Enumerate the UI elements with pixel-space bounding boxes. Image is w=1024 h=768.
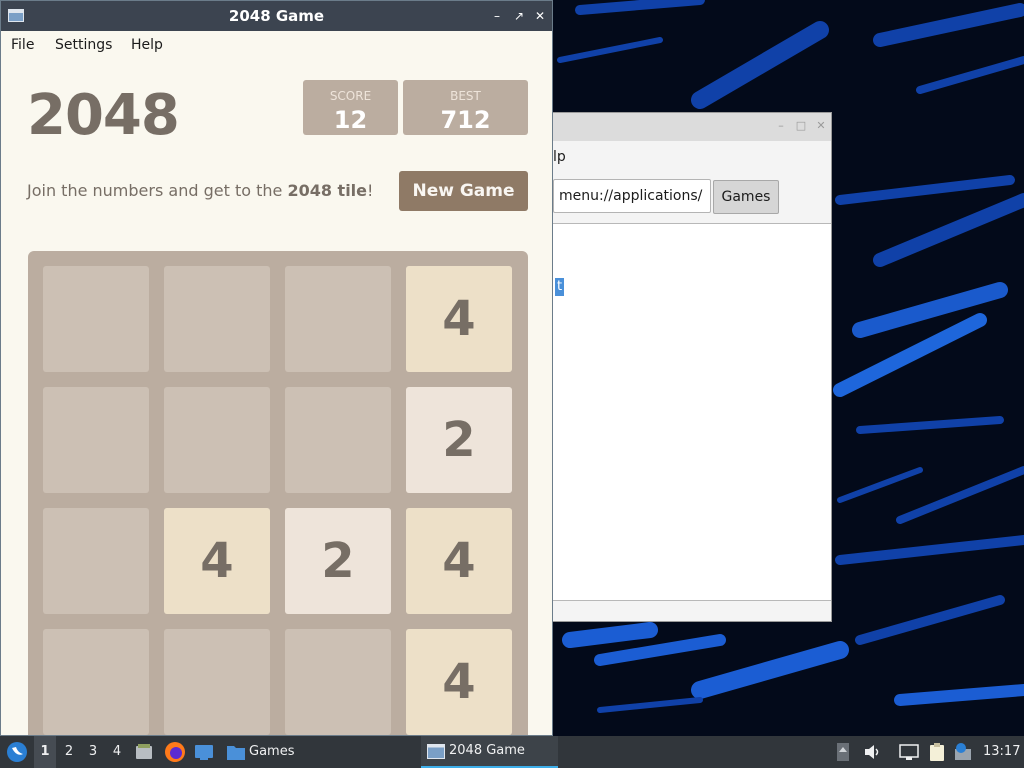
window-title: 2048 Game [228, 7, 325, 25]
window-icon [427, 744, 445, 759]
score-label: SCORE [329, 89, 372, 103]
score-box: SCORE 12 [303, 80, 398, 135]
task-2048-label: 2048 Game [449, 743, 525, 758]
game-titlebar[interactable]: 2048 Game – ↗ ✕ [1, 1, 552, 31]
workspace-1[interactable]: 1 [34, 736, 56, 768]
board-cell [43, 508, 149, 614]
board-cell [164, 266, 270, 372]
game-window[interactable]: 2048 Game – ↗ ✕ File Settings Help 2048 … [0, 0, 553, 736]
tile-4: 4 [406, 266, 512, 372]
intro-prefix: Join the numbers and get to the [27, 181, 288, 200]
games-path-button[interactable]: Games [713, 180, 779, 214]
app-menu-icon[interactable] [6, 741, 28, 763]
board-cell [43, 387, 149, 493]
firefox-icon[interactable] [164, 741, 186, 763]
desktop-icon[interactable] [194, 742, 214, 762]
game-board[interactable]: 424244 [28, 251, 528, 735]
clipboard-icon[interactable] [926, 741, 948, 763]
tile-4: 4 [406, 629, 512, 735]
game-heading: 2048 [27, 83, 180, 148]
menu-file[interactable]: File [11, 37, 34, 53]
selected-item[interactable]: t [555, 278, 565, 296]
tile-4: 4 [164, 508, 270, 614]
intro-suffix: ! [367, 181, 374, 200]
tray-arrow-icon[interactable] [836, 742, 850, 762]
volume-icon[interactable] [862, 742, 882, 762]
menu-settings[interactable]: Settings [55, 37, 112, 53]
board-cell [164, 629, 270, 735]
taskbar: 1 2 3 4 Games 2048 Game 13:17 [0, 736, 1024, 768]
file-manager-window[interactable]: – □ ✕ lp menu://applications/ Games t [548, 112, 832, 622]
close-icon[interactable]: ✕ [815, 120, 827, 132]
menu-bar: File Settings Help [1, 31, 552, 59]
minimize-icon[interactable]: – [775, 120, 787, 132]
tile-4: 4 [406, 508, 512, 614]
close-icon[interactable]: ✕ [530, 1, 550, 31]
maximize-icon[interactable]: ↗ [509, 1, 529, 31]
board-cell [43, 629, 149, 735]
file-manager-launcher-icon[interactable] [134, 742, 154, 762]
maximize-icon[interactable]: □ [795, 120, 807, 132]
folder-icon [227, 746, 245, 760]
task-2048-game[interactable]: 2048 Game [421, 736, 558, 768]
path-bar[interactable]: menu://applications/ [553, 179, 711, 213]
tile-2: 2 [406, 387, 512, 493]
task-games[interactable]: Games [222, 736, 412, 768]
board-cell [285, 266, 391, 372]
board-cell [285, 629, 391, 735]
file-manager-titlebar[interactable]: – □ ✕ [549, 113, 831, 141]
task-games-label: Games [249, 744, 295, 759]
new-game-button[interactable]: New Game [399, 171, 528, 211]
tile-2: 2 [285, 508, 391, 614]
workspace-3[interactable]: 3 [82, 736, 104, 768]
workspace-4[interactable]: 4 [106, 736, 128, 768]
network-icon[interactable] [898, 742, 920, 762]
best-value: 712 [440, 106, 491, 134]
file-list-view[interactable]: t [549, 223, 831, 601]
board-cell [164, 387, 270, 493]
board-cell [43, 266, 149, 372]
minimize-icon[interactable]: – [487, 1, 507, 31]
workspace-2[interactable]: 2 [58, 736, 80, 768]
game-intro-text: Join the numbers and get to the 2048 til… [27, 181, 373, 200]
score-value: 12 [333, 106, 368, 134]
board-cell [285, 387, 391, 493]
update-notifier-icon[interactable] [952, 741, 974, 763]
intro-bold: 2048 tile [287, 181, 368, 200]
file-manager-menu-help[interactable]: lp [553, 149, 566, 165]
menu-help[interactable]: Help [131, 37, 163, 53]
best-label: BEST [450, 89, 481, 103]
clock[interactable]: 13:17 [983, 736, 1020, 768]
best-score-box: BEST 712 [403, 80, 528, 135]
